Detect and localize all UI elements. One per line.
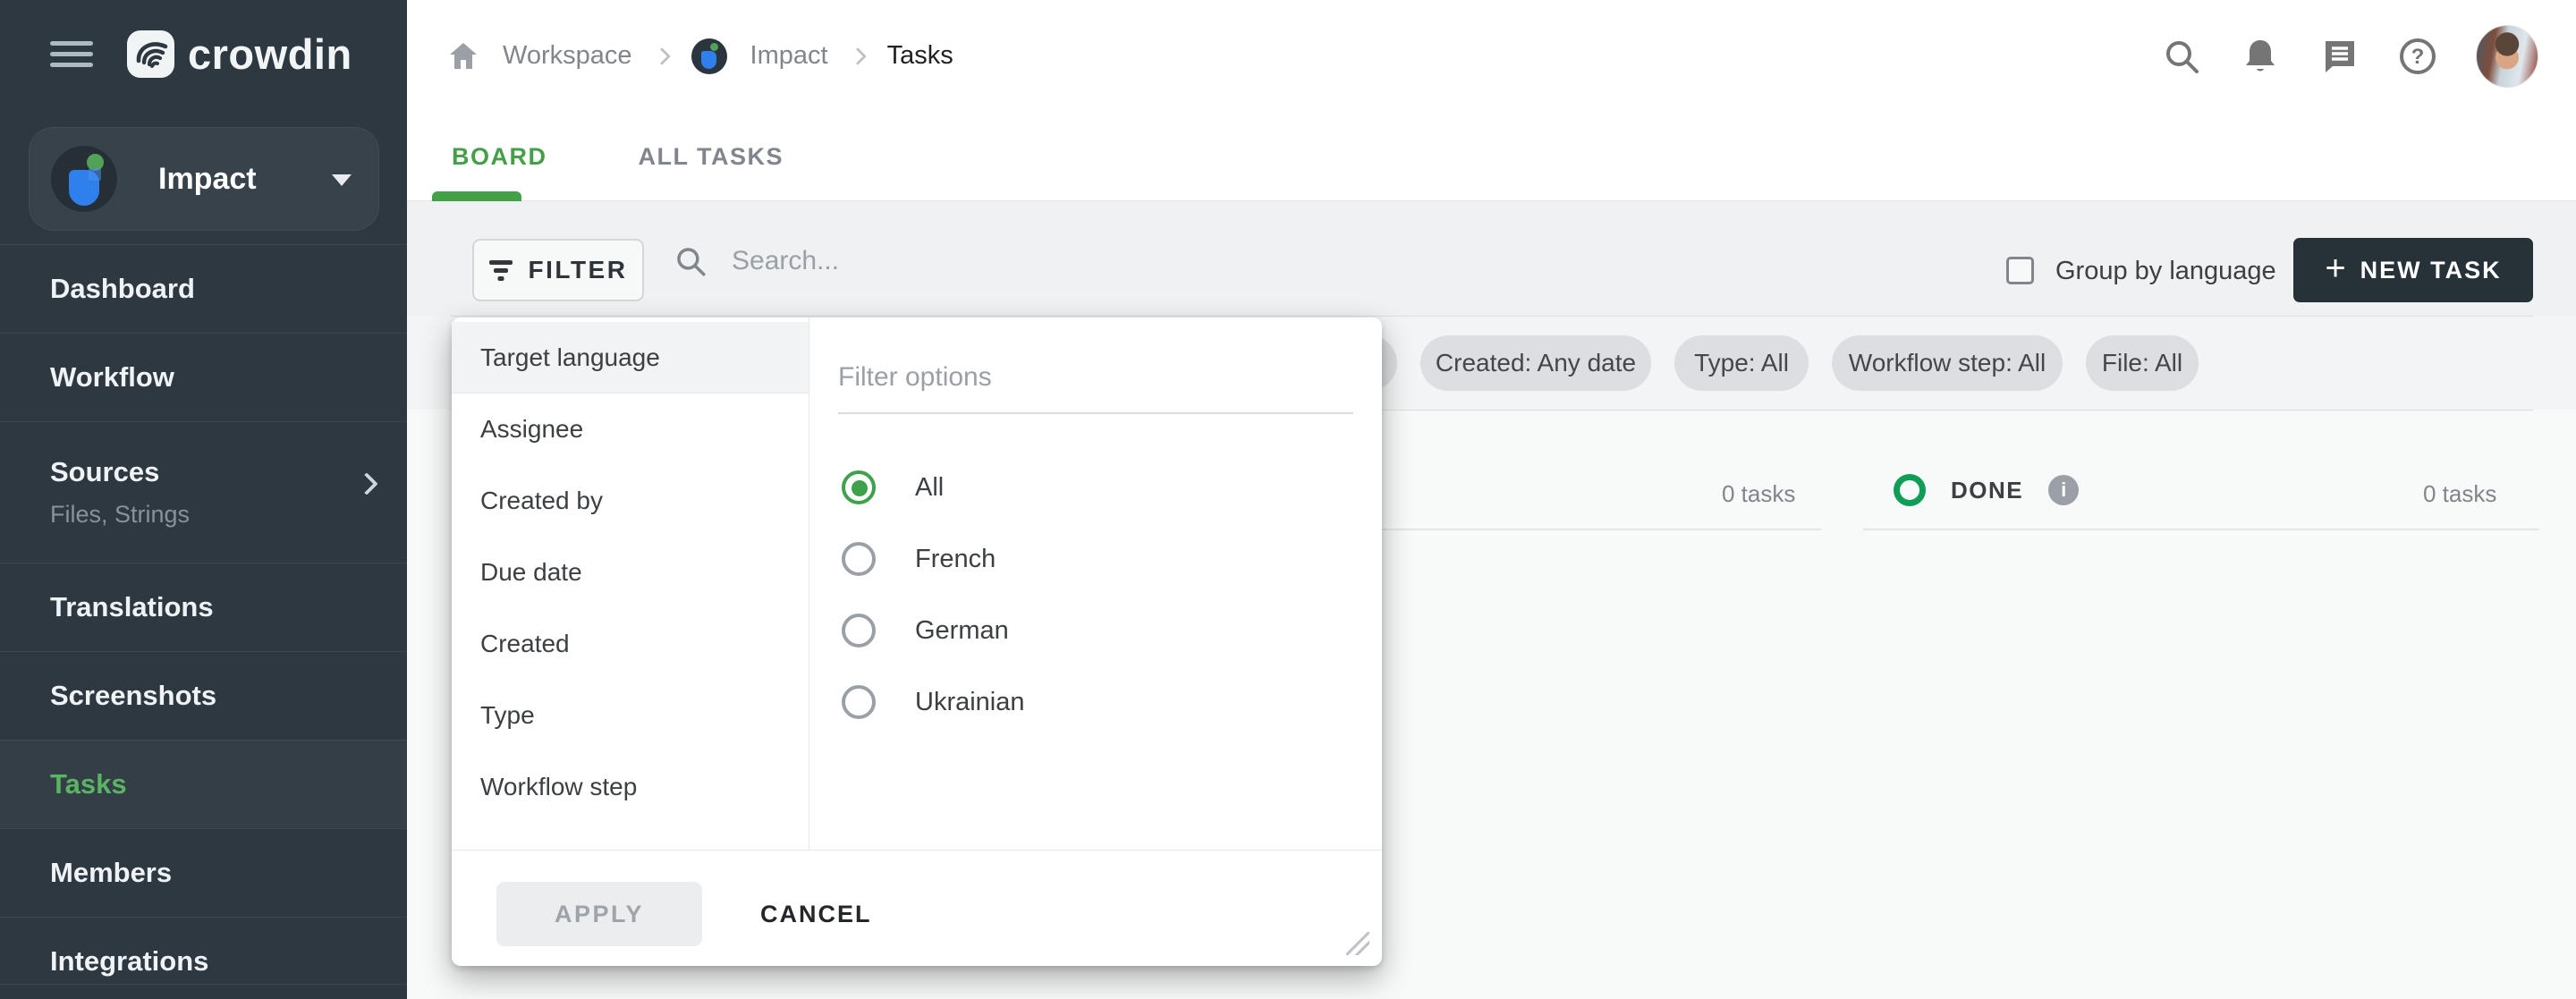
breadcrumb-project-avatar [691,38,727,74]
filter-category-list: Target language Assignee Created by Due … [452,317,809,850]
filter-category-created[interactable]: Created [452,608,809,680]
sidebar-item-sources-sublabel: Files, Strings [50,501,407,529]
filter-chip-type[interactable]: Type: All [1674,335,1809,391]
filter-category-assignee[interactable]: Assignee [452,394,809,465]
radio-icon [842,685,876,719]
crowdin-logo[interactable]: crowdin [125,29,352,80]
column-task-count: 0 tasks [2423,480,2496,508]
filter-category-workflow-step[interactable]: Workflow step [452,751,809,823]
sidebar-item-dashboard[interactable]: Dashboard [0,244,407,333]
home-icon[interactable] [447,40,479,72]
tab-all-tasks[interactable]: ALL TASKS [639,143,784,171]
column-name: DONE [1951,477,2023,504]
search-input[interactable] [732,246,1107,276]
filter-category-created-by[interactable]: Created by [452,465,809,537]
filter-button[interactable]: FILTER [472,239,644,301]
project-selector[interactable]: Impact [29,127,379,231]
filter-category-due-date[interactable]: Due date [452,537,809,608]
sidebar-item-sources[interactable]: Sources Files, Strings [0,421,407,563]
task-search [673,243,1107,279]
filter-chip-created[interactable]: Created: Any date [1420,335,1651,391]
filter-dropdown-footer: APPLY CANCEL [452,850,1382,966]
breadcrumb-current-page: Tasks [887,41,953,71]
sidebar: crowdin Impact Dashboard Workflow Source… [0,0,407,999]
messages-icon[interactable] [2318,36,2360,77]
sidebar-item-screenshots[interactable]: Screenshots [0,651,407,740]
search-icon [673,243,708,279]
filter-category-target-language[interactable]: Target language [452,322,809,394]
sidebar-item-translations[interactable]: Translations [0,563,407,651]
apply-button[interactable]: APPLY [496,882,702,946]
project-avatar [51,146,117,212]
radio-icon [842,542,876,576]
radio-option-ukrainian[interactable]: Ukrainian [842,682,1025,722]
column-task-count: 0 tasks [1722,480,1795,508]
filter-dropdown: Target language Assignee Created by Due … [452,317,1382,966]
crowdin-logo-icon [125,29,176,80]
filter-category-type[interactable]: Type [452,680,809,751]
divider [1863,529,2539,530]
sidebar-item-integrations[interactable]: Integrations [0,917,407,999]
resize-handle[interactable] [1346,932,1369,955]
help-icon[interactable]: ? [2397,36,2438,77]
cancel-button[interactable]: CANCEL [760,882,872,946]
project-name: Impact [158,162,257,197]
notifications-bell-icon[interactable] [2240,36,2281,77]
svg-text:?: ? [2411,45,2425,69]
group-by-language-checkbox[interactable] [2006,257,2034,284]
sidebar-item-members[interactable]: Members [0,828,407,917]
crowdin-wordmark: crowdin [188,30,352,79]
radio-option-german[interactable]: German [842,611,1009,650]
group-by-language-label[interactable]: Group by language [2055,257,2276,286]
active-tab-indicator [432,191,521,201]
divider [450,316,2533,317]
caret-down-icon [332,174,352,186]
tab-board[interactable]: BOARD [452,143,547,171]
filter-icon [489,258,513,282]
new-task-button[interactable]: + NEW TASK [2293,238,2533,302]
plus-icon: + [2325,250,2345,286]
done-ring-icon [1894,474,1926,506]
divider [0,984,407,985]
breadcrumb: Workspace Impact Tasks [447,0,953,112]
filter-chip-workflow-step[interactable]: Workflow step: All [1832,335,2063,391]
hamburger-menu-icon[interactable] [50,41,93,70]
radio-icon [842,614,876,648]
header-actions: ? [2161,0,2538,112]
radio-option-french[interactable]: French [842,539,996,579]
chevron-right-icon [653,47,671,65]
info-icon[interactable]: i [2048,475,2079,505]
radio-option-all[interactable]: All [842,468,944,507]
filter-options-panel: All French German Ukrainian [810,317,1382,850]
sidebar-item-workflow[interactable]: Workflow [0,333,407,421]
radio-selected-icon [842,470,876,504]
breadcrumb-project[interactable]: Impact [750,41,828,71]
board-column-done-header: DONE i [1894,474,2079,506]
view-tabs: BOARD ALL TASKS [452,112,784,201]
filter-options-input[interactable] [838,362,1353,414]
user-avatar[interactable] [2476,25,2538,88]
sidebar-item-tasks[interactable]: Tasks [0,740,407,828]
sidebar-nav: Dashboard Workflow Sources Files, String… [0,244,407,999]
filter-chip-file[interactable]: File: All [2086,335,2199,391]
chevron-right-icon [849,47,867,65]
search-icon[interactable] [2161,36,2202,77]
breadcrumb-workspace[interactable]: Workspace [503,41,632,71]
